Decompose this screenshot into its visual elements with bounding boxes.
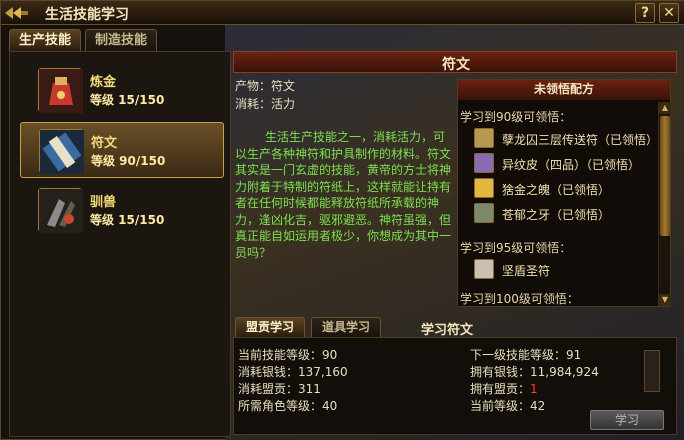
skill-item-taming[interactable]: 驯兽 等级 15/150: [20, 182, 224, 238]
skill-name: 驯兽: [90, 195, 117, 210]
required-level: 所需角色等级：40: [238, 399, 338, 413]
fang-icon: [474, 203, 494, 223]
owned-silver: 拥有银钱：11,984,924: [470, 365, 599, 379]
skill-level: 等级 15/150: [90, 93, 165, 107]
recipe-section-label: 学习到90级可领悟：: [460, 110, 572, 124]
contribution-cost: 消耗盟贡：311: [238, 382, 321, 396]
recipe-item[interactable]: 孽龙囚三层传送符（已领悟）: [474, 128, 659, 150]
hide-icon: [474, 153, 494, 173]
tab-contribution-learn[interactable]: 盟贡学习: [235, 317, 305, 337]
life-skill-window: 生活技能学习 ? ✕ 生产技能 制造技能 炼金 等级 15/150 符文 等级 …: [0, 0, 684, 440]
skill-item-rune[interactable]: 符文 等级 90/150: [20, 122, 224, 178]
rune-icon: [474, 128, 494, 148]
recipe-item[interactable]: 坚盾圣符: [474, 259, 654, 281]
rune-scroll-icon: [39, 129, 84, 174]
skill-description: 生活生产技能之一，消耗活力，可以生产各种神符和护具制作的材料。符文其实是一门玄虚…: [235, 130, 452, 260]
recipe-item[interactable]: 猞金之魄（已领悟）: [474, 178, 654, 200]
gold-ingot-icon: [474, 178, 494, 198]
recipe-name: 猞金之魄（已领悟）: [502, 183, 611, 197]
skill-list: 炼金 等级 15/150 符文 等级 90/150 驯兽 等级 15/150: [9, 51, 231, 437]
learn-title: 学习符文: [421, 323, 474, 338]
owned-contribution-label: 拥有盟贡：: [470, 382, 531, 396]
recipe-section-label: 学习到95级可领悟：: [460, 241, 572, 255]
learn-button[interactable]: 学习: [590, 410, 664, 430]
owned-contribution-value: 1: [530, 382, 538, 396]
silver-cost: 消耗银钱：137,160: [238, 365, 348, 379]
scroll-up-icon[interactable]: ▲: [659, 102, 671, 114]
skill-name: 炼金: [90, 75, 117, 90]
recipe-name: 苍郁之牙（已领悟）: [502, 208, 611, 222]
skill-item-alchemy[interactable]: 炼金 等级 15/150: [20, 62, 224, 118]
recipe-name: 孽龙囚三层传送符（已领悟）: [502, 133, 659, 147]
owned-contribution: 拥有盟贡：1: [470, 380, 538, 397]
detail-title: 符文: [442, 57, 470, 73]
recipe-item[interactable]: 苍郁之牙（已领悟）: [474, 203, 654, 225]
skill-name: 符文: [91, 136, 118, 151]
scroll-down-icon[interactable]: ▼: [659, 294, 671, 306]
window-title: 生活技能学习: [45, 7, 129, 23]
consume-text: 消耗：活力: [235, 97, 296, 111]
recipes-header: 未领悟配方: [458, 80, 670, 100]
beast-claw-icon: [38, 188, 83, 233]
scroll-thumb[interactable]: [660, 116, 670, 236]
unlearned-recipes-box: 未领悟配方 学习到90级可领悟： 孽龙囚三层传送符（已领悟） 异纹皮（四品）（已…: [457, 79, 671, 307]
titlebar[interactable]: 生活技能学习 ? ✕: [1, 1, 684, 25]
current-character-level: 当前等级：42: [470, 399, 546, 413]
next-skill-level: 下一级技能等级：91: [470, 348, 582, 362]
recipe-name: 异纹皮（四品）（已领悟）: [502, 158, 641, 172]
recipe-scrollbar[interactable]: ▲ ▼: [658, 102, 671, 306]
tab-production-skills[interactable]: 生产技能: [9, 29, 81, 51]
scroll-ornament-icon: [644, 350, 660, 392]
tab-item-learn[interactable]: 道具学习: [311, 317, 381, 337]
skill-level: 等级 90/150: [91, 154, 166, 168]
alchemy-bag-icon: [38, 68, 83, 113]
learn-stats-panel: 当前技能等级：90 消耗银钱：137,160 消耗盟贡：311 所需角色等级：4…: [233, 337, 677, 435]
product-text: 产物：符文: [235, 79, 296, 93]
close-button[interactable]: ✕: [659, 3, 679, 23]
detail-header: 符文: [233, 51, 677, 73]
help-button[interactable]: ?: [635, 3, 655, 23]
tab-crafting-skills[interactable]: 制造技能: [85, 29, 157, 51]
skill-level: 等级 15/150: [90, 213, 165, 227]
title-ornament-icon: [5, 7, 28, 19]
recipe-item[interactable]: 异纹皮（四品）（已领悟）: [474, 153, 654, 175]
recipe-section-label: 学习到100级可领悟：: [460, 292, 579, 306]
skill-info: 产物：符文 消耗：活力: [235, 77, 455, 113]
recipe-name: 坚盾圣符: [502, 264, 551, 278]
current-skill-level: 当前技能等级：90: [238, 348, 338, 362]
skill-detail-panel: 符文 产物：符文 消耗：活力 生活生产技能之一，消耗活力，可以生产各种神符和护具…: [233, 51, 677, 437]
shield-rune-icon: [474, 259, 494, 279]
